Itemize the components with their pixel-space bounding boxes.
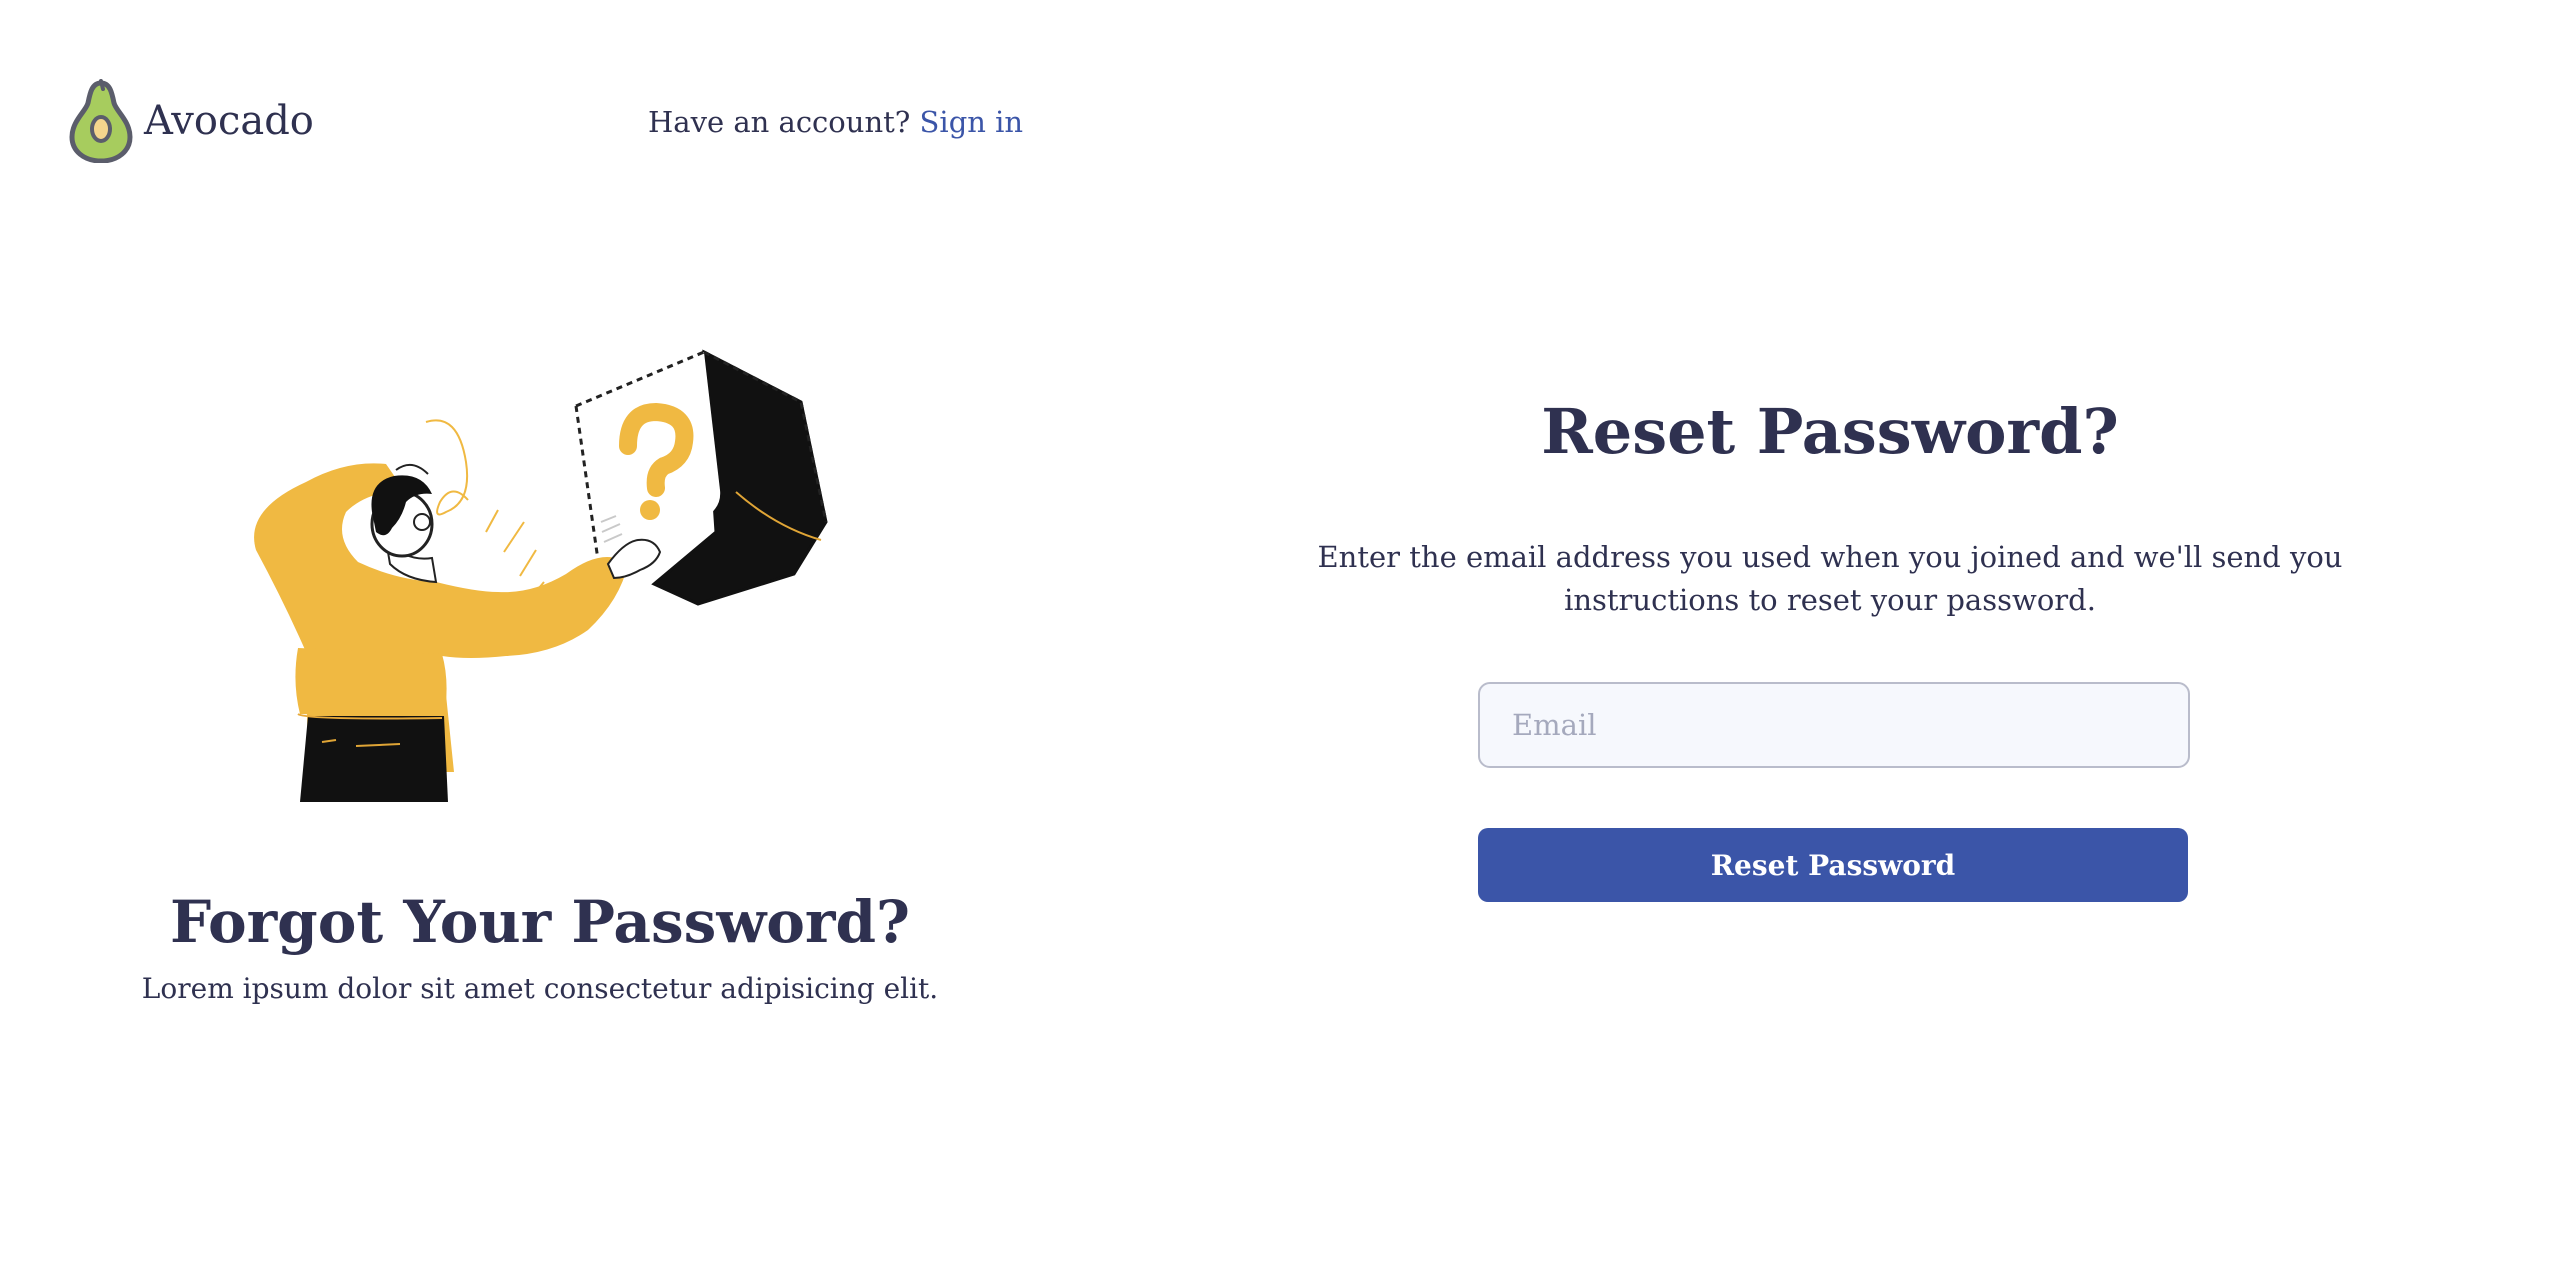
signin-prompt-text: Have an account?	[648, 105, 911, 139]
reset-password-button[interactable]: Reset Password	[1478, 828, 2188, 902]
email-input[interactable]	[1478, 682, 2190, 768]
avocado-icon	[69, 79, 133, 163]
brand-logo[interactable]: Avocado	[68, 79, 314, 163]
reset-password-description: Enter the email address you used when yo…	[1280, 536, 2380, 622]
description-line-1: Enter the email address you used when yo…	[1317, 540, 2343, 574]
forgot-password-subtitle: Lorem ipsum dolor sit amet consectetur a…	[141, 972, 939, 1005]
brand-name: Avocado	[144, 98, 314, 144]
reset-password-heading: Reset Password?	[1541, 395, 2119, 468]
description-line-2: instructions to reset your password.	[1564, 583, 2096, 617]
forgot-password-heading: Forgot Your Password?	[169, 888, 911, 956]
confused-person-illustration	[254, 349, 828, 802]
signin-link[interactable]: Sign in	[920, 105, 1024, 139]
signin-prompt: Have an account? Sign in	[648, 102, 1023, 142]
